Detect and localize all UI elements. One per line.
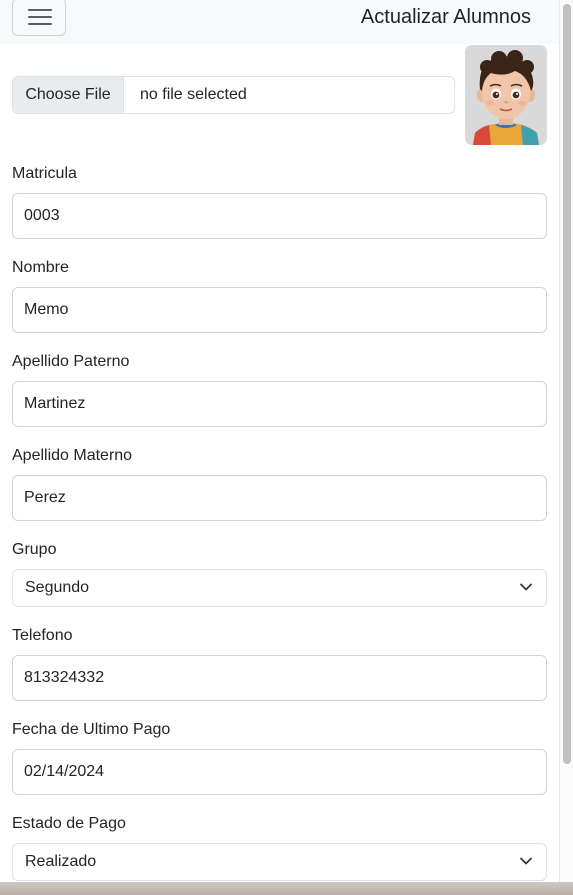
page-title: Actualizar Alumnos [360, 6, 531, 28]
grupo-selected-value: Segundo [25, 579, 90, 596]
page: Actualizar Alumnos Choose File no file s… [0, 0, 573, 895]
nombre-label: Nombre [12, 259, 69, 276]
file-input[interactable]: Choose File no file selected [12, 76, 455, 114]
file-status-text: no file selected [140, 86, 247, 103]
chevron-down-icon [520, 857, 532, 865]
nombre-input[interactable]: Memo [12, 287, 547, 333]
matricula-label: Matricula [12, 165, 77, 182]
chevron-down-icon [520, 583, 532, 591]
window-bottom-edge [0, 882, 573, 895]
choose-file-button[interactable]: Choose File [13, 77, 124, 113]
telefono-input[interactable]: 813324332 [12, 655, 547, 701]
fecha-ultimo-pago-input[interactable]: 02/14/2024 [12, 749, 547, 795]
scrollbar-thumb[interactable] [563, 4, 571, 764]
apellido-materno-label: Apellido Materno [12, 447, 133, 464]
apellido-paterno-label: Apellido Paterno [12, 353, 130, 370]
apellido-materno-input[interactable]: Perez [12, 475, 547, 521]
estado-pago-select[interactable]: Realizado [12, 843, 547, 881]
grupo-select[interactable]: Segundo [12, 569, 547, 607]
student-photo [465, 45, 547, 145]
navbar-toggle-button[interactable] [12, 0, 66, 36]
estado-pago-selected-value: Realizado [25, 853, 97, 870]
estado-pago-label: Estado de Pago [12, 815, 126, 832]
apellido-paterno-input[interactable]: Martinez [12, 381, 547, 427]
vertical-scrollbar[interactable] [559, 0, 573, 895]
fecha-ultimo-pago-label: Fecha de Ultimo Pago [12, 721, 171, 738]
telefono-label: Telefono [12, 627, 73, 644]
matricula-input[interactable]: 0003 [12, 193, 547, 239]
navbar: Actualizar Alumnos [0, 0, 559, 44]
grupo-label: Grupo [12, 541, 57, 558]
